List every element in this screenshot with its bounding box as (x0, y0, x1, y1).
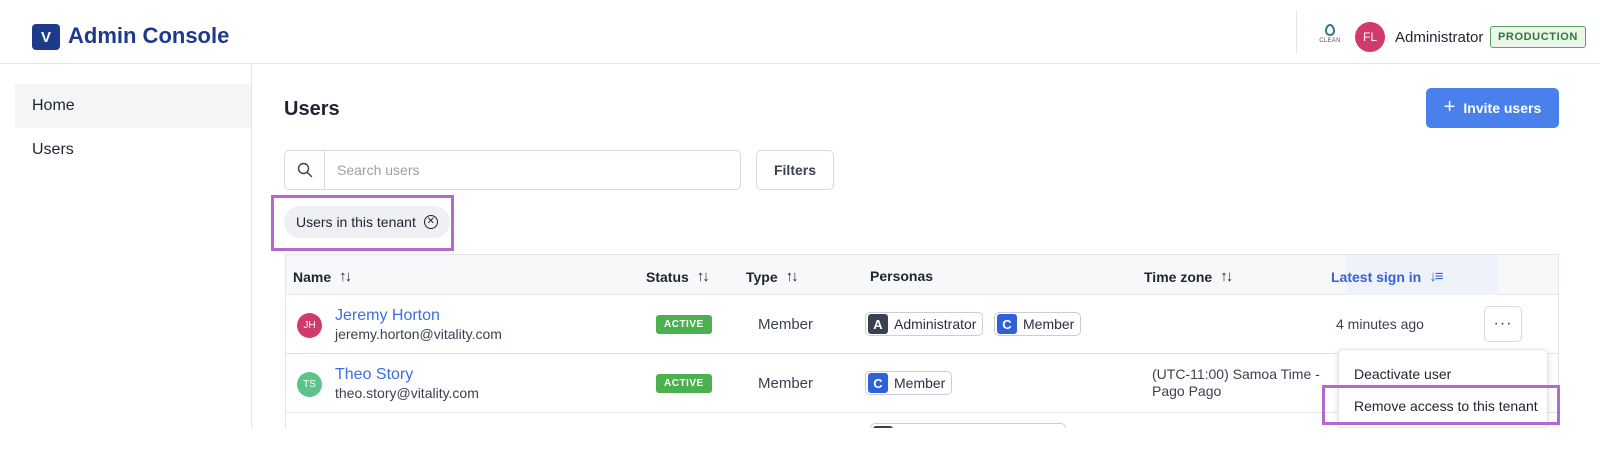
persona-label: Administrator (894, 316, 977, 332)
user-avatar[interactable]: FL (1355, 22, 1385, 52)
column-header-label: Latest sign in (1331, 268, 1422, 285)
sort-icon: ↑↓ (1220, 268, 1233, 285)
column-header-label: Personas (870, 268, 934, 284)
top-bar: V Admin Console CLEAN FL Administrator P… (0, 0, 1600, 64)
screenshot-bottom-margin (0, 428, 1600, 464)
column-header-name[interactable]: Name ↑↓ (293, 268, 352, 285)
persona-label: Member (1023, 316, 1075, 332)
water-drop-icon (1325, 24, 1335, 36)
column-header-label: Name (293, 268, 332, 285)
clean-brand-icon: CLEAN (1316, 22, 1344, 50)
user-avatar: JH (297, 313, 322, 338)
clean-label: CLEAN (1319, 38, 1341, 44)
column-header-status[interactable]: Status ↑↓ (646, 268, 710, 285)
column-header-label: Time zone (1144, 268, 1213, 285)
column-header-label: Type (746, 268, 778, 285)
sidebar-item-home[interactable]: Home (15, 84, 251, 128)
column-header-time-zone[interactable]: Time zone ↑↓ (1144, 268, 1233, 285)
table-header: Name ↑↓ Status ↑↓ Type ↑↓ Personas Time … (286, 255, 1558, 295)
persona-label: Member (894, 375, 946, 391)
latest-sign-in: 4 minutes ago (1336, 316, 1424, 332)
user-type: Member (758, 375, 814, 392)
search-box (284, 150, 741, 190)
sort-descending-icon: ↓≡ (1429, 268, 1443, 285)
column-header-type[interactable]: Type ↑↓ (746, 268, 799, 285)
sort-icon: ↑↓ (785, 268, 799, 285)
user-email: theo.story@vitality.com (335, 385, 479, 401)
invite-users-label: Invite users (1463, 100, 1542, 116)
persona-tag: C Member (994, 312, 1082, 336)
search-input[interactable] (325, 151, 740, 189)
menu-item-deactivate-user[interactable]: Deactivate user (1354, 366, 1451, 382)
column-header-label: Status (646, 268, 689, 285)
header-divider (1296, 10, 1297, 54)
column-header-personas: Personas (870, 268, 933, 284)
status-badge: ACTIVE (656, 374, 712, 393)
search-icon[interactable] (285, 151, 325, 189)
user-role-label[interactable]: Administrator (1395, 29, 1483, 46)
column-header-latest-sign-in[interactable]: Latest sign in ↓≡ (1331, 268, 1444, 285)
status-badge: ACTIVE (656, 315, 712, 334)
app-logo[interactable]: V (32, 24, 60, 50)
row-actions-button[interactable]: ··· (1484, 306, 1522, 342)
environment-badge: PRODUCTION (1490, 26, 1586, 48)
user-avatar: TS (297, 372, 322, 397)
annotation-highlight-menu-item (1322, 385, 1560, 425)
persona-letter-icon: C (997, 314, 1017, 334)
invite-users-button[interactable]: + Invite users (1426, 88, 1559, 128)
annotation-highlight-chip (271, 195, 454, 251)
filters-button[interactable]: Filters (756, 150, 834, 190)
persona-letter-icon: A (868, 314, 888, 334)
user-name-link[interactable]: Jeremy Horton (335, 307, 440, 325)
page-title: Users (284, 98, 340, 120)
sidebar-item-users[interactable]: Users (15, 128, 251, 172)
app-title[interactable]: Admin Console (68, 23, 229, 49)
more-horizontal-icon: ··· (1493, 315, 1513, 332)
user-name-link[interactable]: Theo Story (335, 366, 413, 384)
persona-tag: C Member (865, 371, 953, 395)
plus-icon: + (1443, 96, 1456, 118)
persona-letter-icon: C (868, 373, 888, 393)
sort-icon: ↑↓ (696, 268, 710, 285)
user-time-zone: (UTC-11:00) Samoa Time - Pago Pago (1152, 366, 1320, 399)
sort-icon: ↑↓ (339, 268, 352, 285)
table-row[interactable]: JH Jeremy Horton jeremy.horton@vitality.… (286, 295, 1558, 354)
user-type: Member (758, 316, 814, 333)
persona-tag: A Administrator (865, 312, 984, 336)
user-email: jeremy.horton@vitality.com (335, 326, 502, 342)
sidebar: Home Users (15, 64, 252, 464)
